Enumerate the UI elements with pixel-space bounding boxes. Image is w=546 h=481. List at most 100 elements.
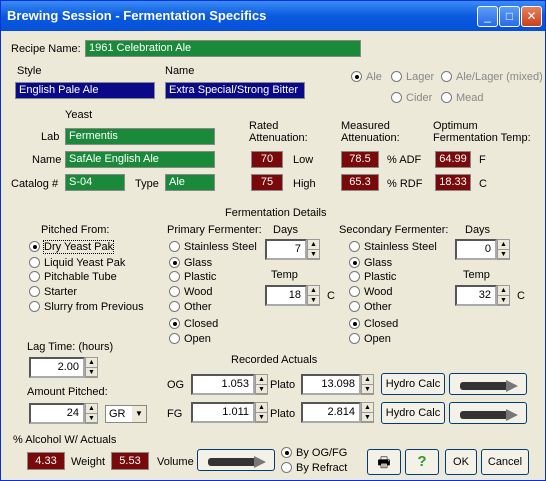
- cancel-button[interactable]: Cancel: [481, 449, 529, 475]
- beer-type-ale[interactable]: Ale: [351, 71, 382, 85]
- secondary-temp-input[interactable]: 32: [455, 285, 497, 306]
- volume-label: Volume: [157, 456, 194, 468]
- og-plato-label: Plato: [270, 379, 296, 391]
- print-button[interactable]: 🖶: [367, 449, 401, 475]
- maximize-button[interactable]: □: [499, 6, 520, 27]
- lab-field[interactable]: Fermentis: [65, 128, 215, 145]
- adf-label: % ADF: [387, 154, 422, 166]
- secondary-plastic[interactable]: Plastic: [349, 271, 396, 285]
- primary-closed[interactable]: Closed: [169, 318, 218, 332]
- volume-hydrometer-icon[interactable]: [197, 449, 275, 471]
- printer-icon: 🖶: [377, 454, 391, 470]
- primary-stainless[interactable]: Stainless Steel: [169, 241, 257, 255]
- primary-open[interactable]: Open: [169, 333, 211, 347]
- optimum-header: Optimum Fermentation Temp:: [433, 120, 531, 144]
- pitched-tube[interactable]: Pitchable Tube: [29, 271, 117, 285]
- primary-temp-label: Temp: [271, 269, 298, 281]
- optimum-c-value: 18.33: [435, 174, 471, 191]
- og-hydrometer-icon[interactable]: [449, 373, 527, 395]
- window-title: Brewing Session - Fermentation Specifics: [7, 8, 267, 23]
- high-label: High: [293, 178, 316, 190]
- fg-hydro-calc-button[interactable]: Hydro Calc: [381, 402, 445, 424]
- beer-type-mead[interactable]: Mead: [441, 92, 484, 106]
- secondary-days-label: Days: [465, 224, 491, 236]
- fg-plato-spinner[interactable]: ▲ ▼: [361, 402, 374, 423]
- weight-label: Weight: [71, 456, 106, 468]
- lag-time-input[interactable]: 2.00: [29, 357, 85, 378]
- measured-header: Measured Attenuation:: [341, 120, 400, 144]
- c-label: C: [479, 178, 487, 190]
- secondary-stainless[interactable]: Stainless Steel: [349, 241, 437, 255]
- adf-value: 78.5: [341, 151, 379, 168]
- primary-glass[interactable]: Glass: [169, 257, 212, 271]
- style-field[interactable]: English Pale Ale: [15, 82, 155, 99]
- og-spinner[interactable]: ▲ ▼: [255, 374, 268, 395]
- beer-type-lager[interactable]: Lager: [391, 71, 434, 85]
- by-refract-radio[interactable]: By Refract: [281, 462, 347, 476]
- secondary-other[interactable]: Other: [349, 301, 392, 315]
- help-button[interactable]: ?: [405, 449, 439, 475]
- unit-select[interactable]: GR ▼: [105, 405, 147, 423]
- fg-plato-label: Plato: [270, 408, 296, 420]
- primary-wood[interactable]: Wood: [169, 286, 213, 300]
- pitched-slurry[interactable]: Slurry from Previous: [29, 301, 144, 315]
- primary-days-spinner[interactable]: ▲ ▼: [307, 239, 320, 260]
- primary-plastic[interactable]: Plastic: [169, 271, 216, 285]
- og-plato-input[interactable]: 13.098: [301, 374, 361, 395]
- amount-pitched-spinner[interactable]: ▲ ▼: [85, 403, 98, 424]
- primary-temp-input[interactable]: 18: [265, 285, 307, 306]
- yeast-name-field[interactable]: SafAle English Ale: [65, 151, 215, 168]
- pitched-starter[interactable]: Starter: [29, 286, 77, 300]
- recipe-name-field[interactable]: 1961 Celebration Ale: [85, 40, 361, 57]
- style-name-field[interactable]: Extra Special/Strong Bitter: [165, 82, 305, 99]
- beer-type-mixed[interactable]: Ale/Lager (mixed): [441, 71, 543, 85]
- minimize-button[interactable]: _: [477, 6, 498, 27]
- catalog-field[interactable]: S-04: [65, 174, 125, 191]
- fg-spinner[interactable]: ▲ ▼: [255, 402, 268, 423]
- secondary-days-input[interactable]: 0: [455, 239, 497, 260]
- title-bar: Brewing Session - Fermentation Specifics: [1, 1, 545, 31]
- og-input[interactable]: 1.053: [191, 374, 255, 395]
- secondary-closed[interactable]: Closed: [349, 318, 398, 332]
- primary-temp-spinner[interactable]: ▲ ▼: [307, 285, 320, 306]
- beer-type-cider[interactable]: Cider: [391, 92, 432, 106]
- primary-other[interactable]: Other: [169, 301, 212, 315]
- og-hydro-calc-button[interactable]: Hydro Calc: [381, 373, 445, 395]
- fg-plato-input[interactable]: 2.814: [301, 402, 361, 423]
- og-label: OG: [167, 379, 185, 391]
- primary-days-input[interactable]: 7: [265, 239, 307, 260]
- rated-header: Rated Attenuation:: [249, 120, 308, 144]
- secondary-open[interactable]: Open: [349, 333, 391, 347]
- fg-input[interactable]: 1.011: [191, 402, 255, 423]
- rdf-value: 65.3: [341, 174, 379, 191]
- secondary-temp-spinner[interactable]: ▲ ▼: [497, 285, 510, 306]
- secondary-days-spinner[interactable]: ▲ ▼: [497, 239, 510, 260]
- close-button[interactable]: ✕: [521, 6, 542, 27]
- og-plato-spinner[interactable]: ▲ ▼: [361, 374, 374, 395]
- secondary-header: Secondary Fermenter:: [339, 224, 449, 236]
- abv-value: 4.33: [27, 452, 65, 470]
- secondary-glass[interactable]: Glass: [349, 257, 392, 271]
- fermentation-window: Brewing Session - Fermentation Specifics…: [0, 0, 546, 481]
- lag-time-spinner[interactable]: ▲ ▼: [85, 357, 98, 378]
- ok-button[interactable]: OK: [445, 449, 477, 475]
- lab-label: Lab: [41, 131, 60, 143]
- yeast-name-label: Name: [32, 154, 62, 166]
- pitched-dry[interactable]: Dry Yeast Pak: [29, 240, 115, 255]
- amount-pitched-label: Amount Pitched:: [27, 386, 108, 398]
- primary-header: Primary Fermenter:: [167, 224, 262, 236]
- fermentation-details-title: Fermentation Details: [225, 207, 327, 219]
- f-label: F: [479, 154, 486, 166]
- secondary-temp-label: Temp: [463, 269, 490, 281]
- secondary-wood[interactable]: Wood: [349, 286, 393, 300]
- fg-hydrometer-icon[interactable]: [449, 402, 527, 424]
- pitched-liquid[interactable]: Liquid Yeast Pak: [29, 257, 125, 271]
- type-label: Type: [135, 178, 159, 190]
- amount-pitched-input[interactable]: 24: [29, 403, 85, 424]
- yeast-type-field[interactable]: Ale: [165, 174, 215, 191]
- lag-time-label: Lag Time: (hours): [27, 341, 114, 353]
- recorded-actuals-header: Recorded Actuals: [231, 354, 318, 366]
- chevron-down-icon: ▼: [132, 406, 146, 422]
- by-og-fg-radio[interactable]: By OG/FG: [281, 447, 347, 461]
- optimum-f-value: 64.99: [435, 151, 471, 168]
